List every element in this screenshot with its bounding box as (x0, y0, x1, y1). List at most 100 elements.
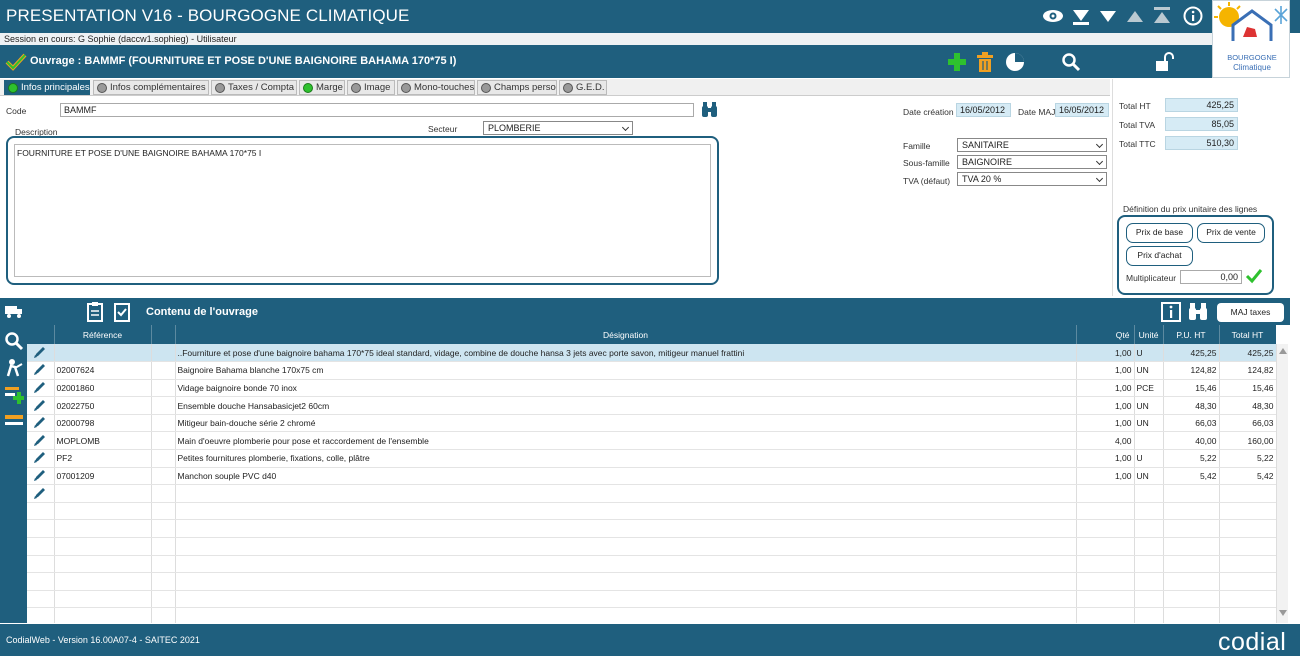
tab-infos-complementaires[interactable]: Infos complémentaires (93, 80, 209, 95)
pu-ht-cell[interactable]: 5,22 (1163, 449, 1220, 468)
col-reference[interactable]: Référence (54, 325, 152, 344)
table-row[interactable]: ..Fourniture et pose d'une baignoire bah… (27, 344, 1276, 363)
pu-ht-cell[interactable]: 15,46 (1163, 379, 1220, 398)
designation-cell[interactable]: ..Fourniture et pose d'une baignoire bah… (175, 344, 1077, 363)
designation-cell[interactable]: Mitigeur bain-douche série 2 chromé (175, 414, 1077, 433)
reference-cell[interactable]: 02022750 (54, 396, 152, 415)
table-row[interactable]: 02000798 Mitigeur bain-douche série 2 chr… (27, 414, 1276, 433)
unite-cell[interactable]: PCE (1134, 379, 1164, 398)
edit-cell[interactable] (27, 449, 55, 468)
description-textarea[interactable]: FOURNITURE ET POSE D'UNE BAIGNOIRE BAHAM… (14, 144, 711, 277)
unite-cell[interactable]: U (1134, 449, 1164, 468)
edit-cell[interactable] (27, 431, 55, 451)
reference-cell[interactable]: 07001209 (54, 467, 152, 486)
truck-icon[interactable] (4, 304, 24, 318)
grid-scrollbar[interactable] (1276, 344, 1288, 623)
code-field[interactable]: BAMMF (60, 103, 694, 117)
col-designation[interactable]: Désignation (175, 325, 1077, 344)
edit-pencil-icon[interactable] (33, 450, 47, 464)
unite-cell[interactable] (1134, 484, 1164, 503)
upload-icon[interactable] (1124, 6, 1146, 26)
edit-pencil-icon[interactable] (33, 345, 47, 359)
edit-cell[interactable] (27, 484, 55, 503)
unlock-icon[interactable] (1154, 52, 1176, 72)
unite-cell[interactable]: UN (1134, 396, 1164, 415)
tab-taxes-compta[interactable]: Taxes / Compta (211, 80, 297, 95)
table-row[interactable]: 02001860 Vidage baignoire bonde 70 inox 1,… (27, 379, 1276, 398)
scroll-down-icon[interactable] (1279, 610, 1287, 616)
sous-famille-select[interactable]: BAIGNOIRE (957, 155, 1107, 169)
qte-cell[interactable]: 1,00 (1076, 414, 1135, 433)
prix-vente-button[interactable]: Prix de vente (1197, 223, 1265, 243)
designation-cell[interactable]: Petites fournitures plomberie, fixations… (175, 449, 1077, 468)
edit-cell[interactable] (27, 414, 55, 433)
unite-cell[interactable]: U (1134, 344, 1164, 363)
eye-icon[interactable] (1042, 6, 1064, 26)
designation-cell[interactable]: Vidage baignoire bonde 70 inox (175, 379, 1077, 398)
col-unite[interactable]: Unité (1134, 325, 1164, 344)
pu-ht-cell[interactable]: 425,25 (1163, 344, 1220, 363)
pu-ht-cell[interactable] (1163, 484, 1220, 503)
reference-cell[interactable]: 02001860 (54, 379, 152, 398)
edit-pencil-icon[interactable] (33, 486, 47, 500)
maj-taxes-button[interactable]: MAJ taxes (1217, 303, 1284, 322)
qte-cell[interactable]: 1,00 (1076, 379, 1135, 398)
famille-select[interactable]: SANITAIRE (957, 138, 1107, 152)
reference-cell[interactable] (54, 484, 152, 503)
col-pu-ht[interactable]: P.U. HT (1163, 325, 1220, 344)
edit-cell[interactable] (27, 379, 55, 398)
reference-cell[interactable] (54, 344, 152, 363)
worker-icon[interactable] (4, 358, 24, 378)
reference-cell[interactable]: 02007624 (54, 361, 152, 380)
designation-cell[interactable]: Baignoire Bahama blanche 170x75 cm (175, 361, 1077, 380)
upload-all-icon[interactable] (1151, 6, 1173, 26)
multiplicateur-field[interactable]: 0,00 (1180, 270, 1242, 284)
edit-pencil-icon[interactable] (33, 433, 47, 447)
pu-ht-cell[interactable]: 66,03 (1163, 414, 1220, 433)
table-row[interactable]: 02007624 Baignoire Bahama blanche 170x75 … (27, 361, 1276, 380)
checklist-icon[interactable] (113, 301, 131, 322)
add-icon[interactable] (947, 52, 967, 72)
reference-cell[interactable]: MOPLOMB (54, 431, 152, 451)
validate-check-icon[interactable] (1245, 268, 1263, 284)
prix-base-button[interactable]: Prix de base (1126, 223, 1193, 243)
download-all-icon[interactable] (1070, 6, 1092, 26)
designation-cell[interactable]: Manchon souple PVC d40 (175, 467, 1077, 486)
clipboard-icon[interactable] (86, 301, 104, 322)
tab-champs-perso[interactable]: Champs perso (477, 80, 557, 95)
secteur-select[interactable]: PLOMBERIE (483, 121, 633, 135)
qte-cell[interactable]: 1,00 (1076, 467, 1135, 486)
unite-cell[interactable] (1134, 431, 1164, 451)
details-info-icon[interactable] (1161, 302, 1181, 322)
table-row[interactable]: 02022750 Ensemble douche Hansabasicjet2 6… (27, 396, 1276, 415)
edit-pencil-icon[interactable] (33, 362, 47, 376)
unite-cell[interactable]: UN (1134, 361, 1164, 380)
binoculars-search-icon[interactable] (1188, 303, 1208, 321)
qte-cell[interactable] (1076, 484, 1135, 503)
tab-mono-touches[interactable]: Mono-touches (397, 80, 475, 95)
table-row[interactable] (27, 484, 1276, 503)
qte-cell[interactable]: 1,00 (1076, 344, 1135, 363)
search-icon[interactable] (1061, 52, 1081, 72)
tab-ged[interactable]: G.E.D. (559, 80, 607, 95)
qte-cell[interactable]: 1,00 (1076, 361, 1135, 380)
unite-cell[interactable]: UN (1134, 467, 1164, 486)
scroll-up-icon[interactable] (1279, 348, 1287, 354)
reference-cell[interactable]: PF2 (54, 449, 152, 468)
tab-marge[interactable]: Marge (299, 80, 345, 95)
designation-cell[interactable]: Main d'oeuvre plomberie pour pose et rac… (175, 431, 1077, 451)
edit-pencil-icon[interactable] (33, 380, 47, 394)
tva-select[interactable]: TVA 20 % (957, 172, 1107, 186)
download-icon[interactable] (1097, 6, 1119, 26)
pu-ht-cell[interactable]: 124,82 (1163, 361, 1220, 380)
designation-cell[interactable]: Ensemble douche Hansabasicjet2 60cm (175, 396, 1077, 415)
table-row[interactable]: PF2 Petites fournitures plomberie, fixati… (27, 449, 1276, 468)
table-row[interactable]: MOPLOMB Main d'oeuvre plomberie pour pose… (27, 431, 1276, 451)
unite-cell[interactable]: UN (1134, 414, 1164, 433)
info-icon[interactable] (1182, 6, 1204, 26)
add-line-icon[interactable] (4, 384, 24, 404)
reference-cell[interactable]: 02000798 (54, 414, 152, 433)
pu-ht-cell[interactable]: 48,30 (1163, 396, 1220, 415)
edit-cell[interactable] (27, 344, 55, 363)
remove-line-icon[interactable] (4, 411, 24, 431)
